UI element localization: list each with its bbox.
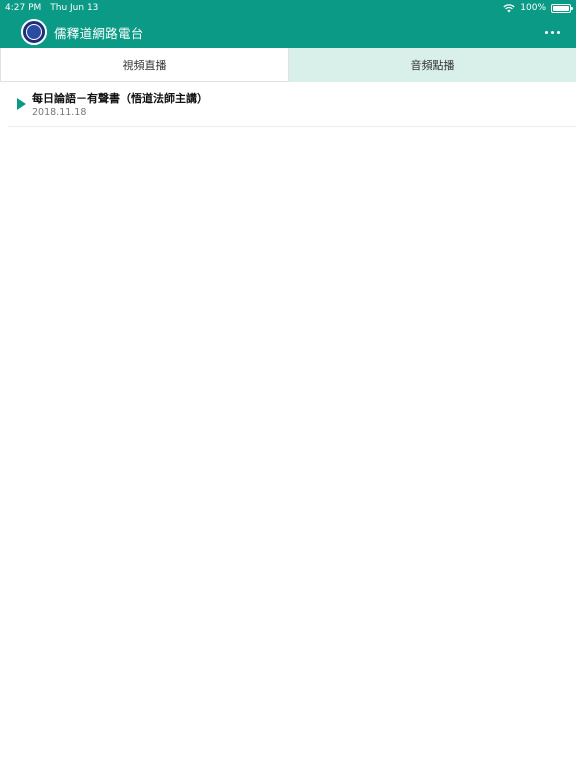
item-date: 2018.11.18 xyxy=(32,107,87,118)
app-root: 4:27 PM Thu Jun 13 100% 儒釋道網路電台 視頻直播 音頻點… xyxy=(0,0,576,768)
tab-audio-on-demand[interactable]: 音頻點播 xyxy=(289,48,576,82)
app-logo xyxy=(21,19,47,45)
more-dot-icon xyxy=(557,30,560,34)
status-right: 100% xyxy=(503,3,573,13)
tab-bar: 視頻直播 音頻點播 xyxy=(0,48,576,82)
battery-icon xyxy=(551,3,573,13)
status-left: 4:27 PM Thu Jun 13 xyxy=(5,3,98,13)
item-title: 每日論語－有聲書（悟道法師主講） xyxy=(32,92,208,105)
battery-percent: 100% xyxy=(520,3,546,13)
list-item[interactable]: 每日論語－有聲書（悟道法師主講） 2018.11.18 xyxy=(8,83,576,127)
tab-live-video[interactable]: 視頻直播 xyxy=(0,48,289,82)
more-dot-icon xyxy=(551,30,554,34)
more-dot-icon xyxy=(545,30,548,34)
logo-emblem xyxy=(26,24,42,40)
status-bar: 4:27 PM Thu Jun 13 100% xyxy=(0,0,576,16)
status-date: Thu Jun 13 xyxy=(50,3,99,13)
program-list: 每日論語－有聲書（悟道法師主講） 2018.11.18 xyxy=(8,83,576,127)
nav-title: 儒釋道網路電台 xyxy=(54,25,144,41)
battery-fill xyxy=(553,5,569,11)
play-icon xyxy=(17,98,26,110)
wifi-icon xyxy=(503,3,515,12)
more-options-button[interactable] xyxy=(545,26,560,38)
status-time: 4:27 PM xyxy=(5,3,42,13)
nav-bar: 儒釋道網路電台 xyxy=(0,16,576,48)
